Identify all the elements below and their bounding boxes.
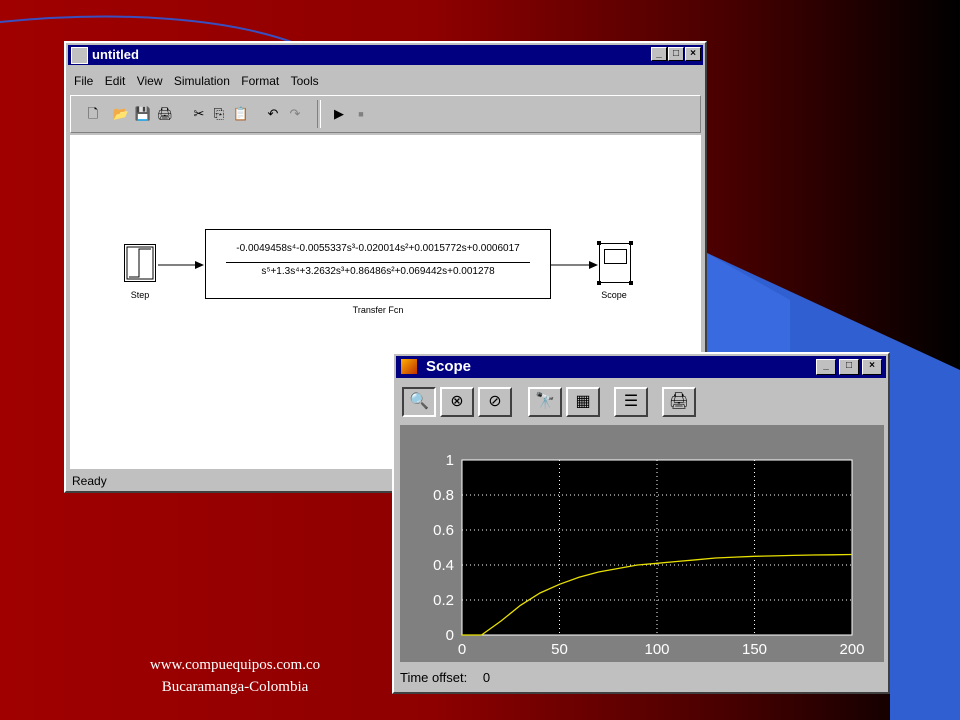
scope-close-button[interactable]: × (862, 359, 882, 375)
scope-minimize-button[interactable]: _ (816, 359, 836, 375)
toolbar-separator (317, 100, 321, 128)
scope-window: Scope _ □ × 🔍 ⊗ ⊘ 🔭 ▦ ☰ 🖨 0 50 100 150 200 0 0… (392, 352, 890, 694)
y-tick-label: 0.8 (433, 487, 454, 504)
x-tick-label: 100 (644, 641, 669, 658)
close-button[interactable]: × (685, 47, 701, 61)
y-tick-label: 0.2 (433, 592, 454, 609)
menu-simulation[interactable]: Simulation (174, 74, 230, 88)
save-axes-icon[interactable]: ▦ (566, 387, 600, 417)
selection-handle (597, 241, 601, 245)
cut-icon[interactable]: ✂ (189, 104, 209, 124)
y-tick-label: 1 (446, 452, 454, 469)
autoscale-icon[interactable]: 🔭 (528, 387, 562, 417)
menu-file[interactable]: File (74, 74, 93, 88)
minimize-button[interactable]: _ (651, 47, 667, 61)
matlab-icon (401, 359, 417, 374)
toolbar: 🗋 📂 💾 🖨 ✂ ⎘ 📋 ↶ ↷ ▶ ■ (70, 95, 701, 133)
menu-tools[interactable]: Tools (291, 74, 319, 88)
scope-title: Scope (426, 358, 472, 375)
selection-handle (629, 241, 633, 245)
scope-icon (604, 249, 627, 264)
scope-maximize-button[interactable]: □ (839, 359, 859, 375)
zoom-y-icon[interactable]: ⊘ (478, 387, 512, 417)
scope-block[interactable] (597, 241, 633, 285)
stop-icon[interactable]: ■ (351, 104, 371, 124)
menu-bar: File Edit View Simulation Format Tools (70, 71, 701, 91)
footer-location: Bucaramanga-Colombia (161, 679, 309, 695)
x-tick-label: 150 (742, 641, 767, 658)
scope-plot-area: 0 50 100 150 200 0 0.2 0.4 0.6 0.8 1 (400, 425, 884, 662)
y-tick-label: 0.6 (433, 522, 454, 539)
simulink-app-icon (71, 47, 88, 64)
time-offset: Time offset: 0 (400, 670, 490, 685)
x-tick-label: 200 (839, 641, 864, 658)
window-title: untitled (92, 47, 139, 62)
selection-handle (629, 281, 633, 285)
footer-url: www.compuequipos.com.co (149, 657, 321, 673)
zoom-x-icon[interactable]: ⊗ (440, 387, 474, 417)
play-icon[interactable]: ▶ (329, 104, 349, 124)
tf-denominator: s⁵+1.3s⁴+3.2632s³+0.86486s²+0.069442s+0.… (261, 266, 495, 277)
x-tick-label: 50 (551, 641, 568, 658)
tf-numerator: -0.0049458s⁴-0.0055337s³-0.020014s²+0.00… (236, 243, 520, 254)
scope-titlebar[interactable]: Scope _ □ × (396, 356, 886, 378)
simulink-titlebar[interactable]: untitled _ □ × (68, 45, 703, 65)
copy-icon[interactable]: ⎘ (209, 104, 229, 124)
save-icon[interactable]: 💾 (133, 104, 153, 124)
menu-edit[interactable]: Edit (105, 74, 126, 88)
time-offset-value: 0 (482, 670, 491, 685)
status-bar: Ready (72, 474, 107, 488)
tf-fraction-line (226, 262, 530, 263)
maximize-button[interactable]: □ (668, 47, 684, 61)
scope-label: Scope (601, 290, 627, 300)
menu-format[interactable]: Format (241, 74, 279, 88)
open-icon[interactable]: 📂 (111, 104, 131, 124)
selection-handle (597, 281, 601, 285)
zoom-icon[interactable]: 🔍 (402, 387, 436, 417)
new-icon[interactable]: 🗋 (83, 104, 103, 124)
transfer-fcn-block[interactable]: -0.0049458s⁴-0.0055337s³-0.020014s²+0.00… (205, 229, 551, 299)
y-tick-label: 0.4 (433, 557, 454, 574)
menu-view[interactable]: View (137, 74, 163, 88)
time-offset-label: Time offset: (400, 670, 468, 685)
scope-toolbar: 🔍 ⊗ ⊘ 🔭 ▦ ☰ 🖨 (400, 387, 880, 419)
redo-icon[interactable]: ↷ (285, 104, 305, 124)
paste-icon[interactable]: 📋 (231, 104, 251, 124)
x-tick-label: 0 (458, 641, 466, 658)
y-tick-label: 0 (446, 627, 454, 644)
properties-icon[interactable]: ☰ (614, 387, 648, 417)
undo-icon[interactable]: ↶ (263, 104, 283, 124)
print-icon[interactable]: 🖨 (662, 387, 696, 417)
transfer-fcn-label: Transfer Fcn (352, 305, 404, 315)
scope-chart: 0 50 100 150 200 0 0.2 0.4 0.6 0.8 1 (433, 452, 864, 658)
print-icon[interactable]: 🖨 (155, 104, 175, 124)
